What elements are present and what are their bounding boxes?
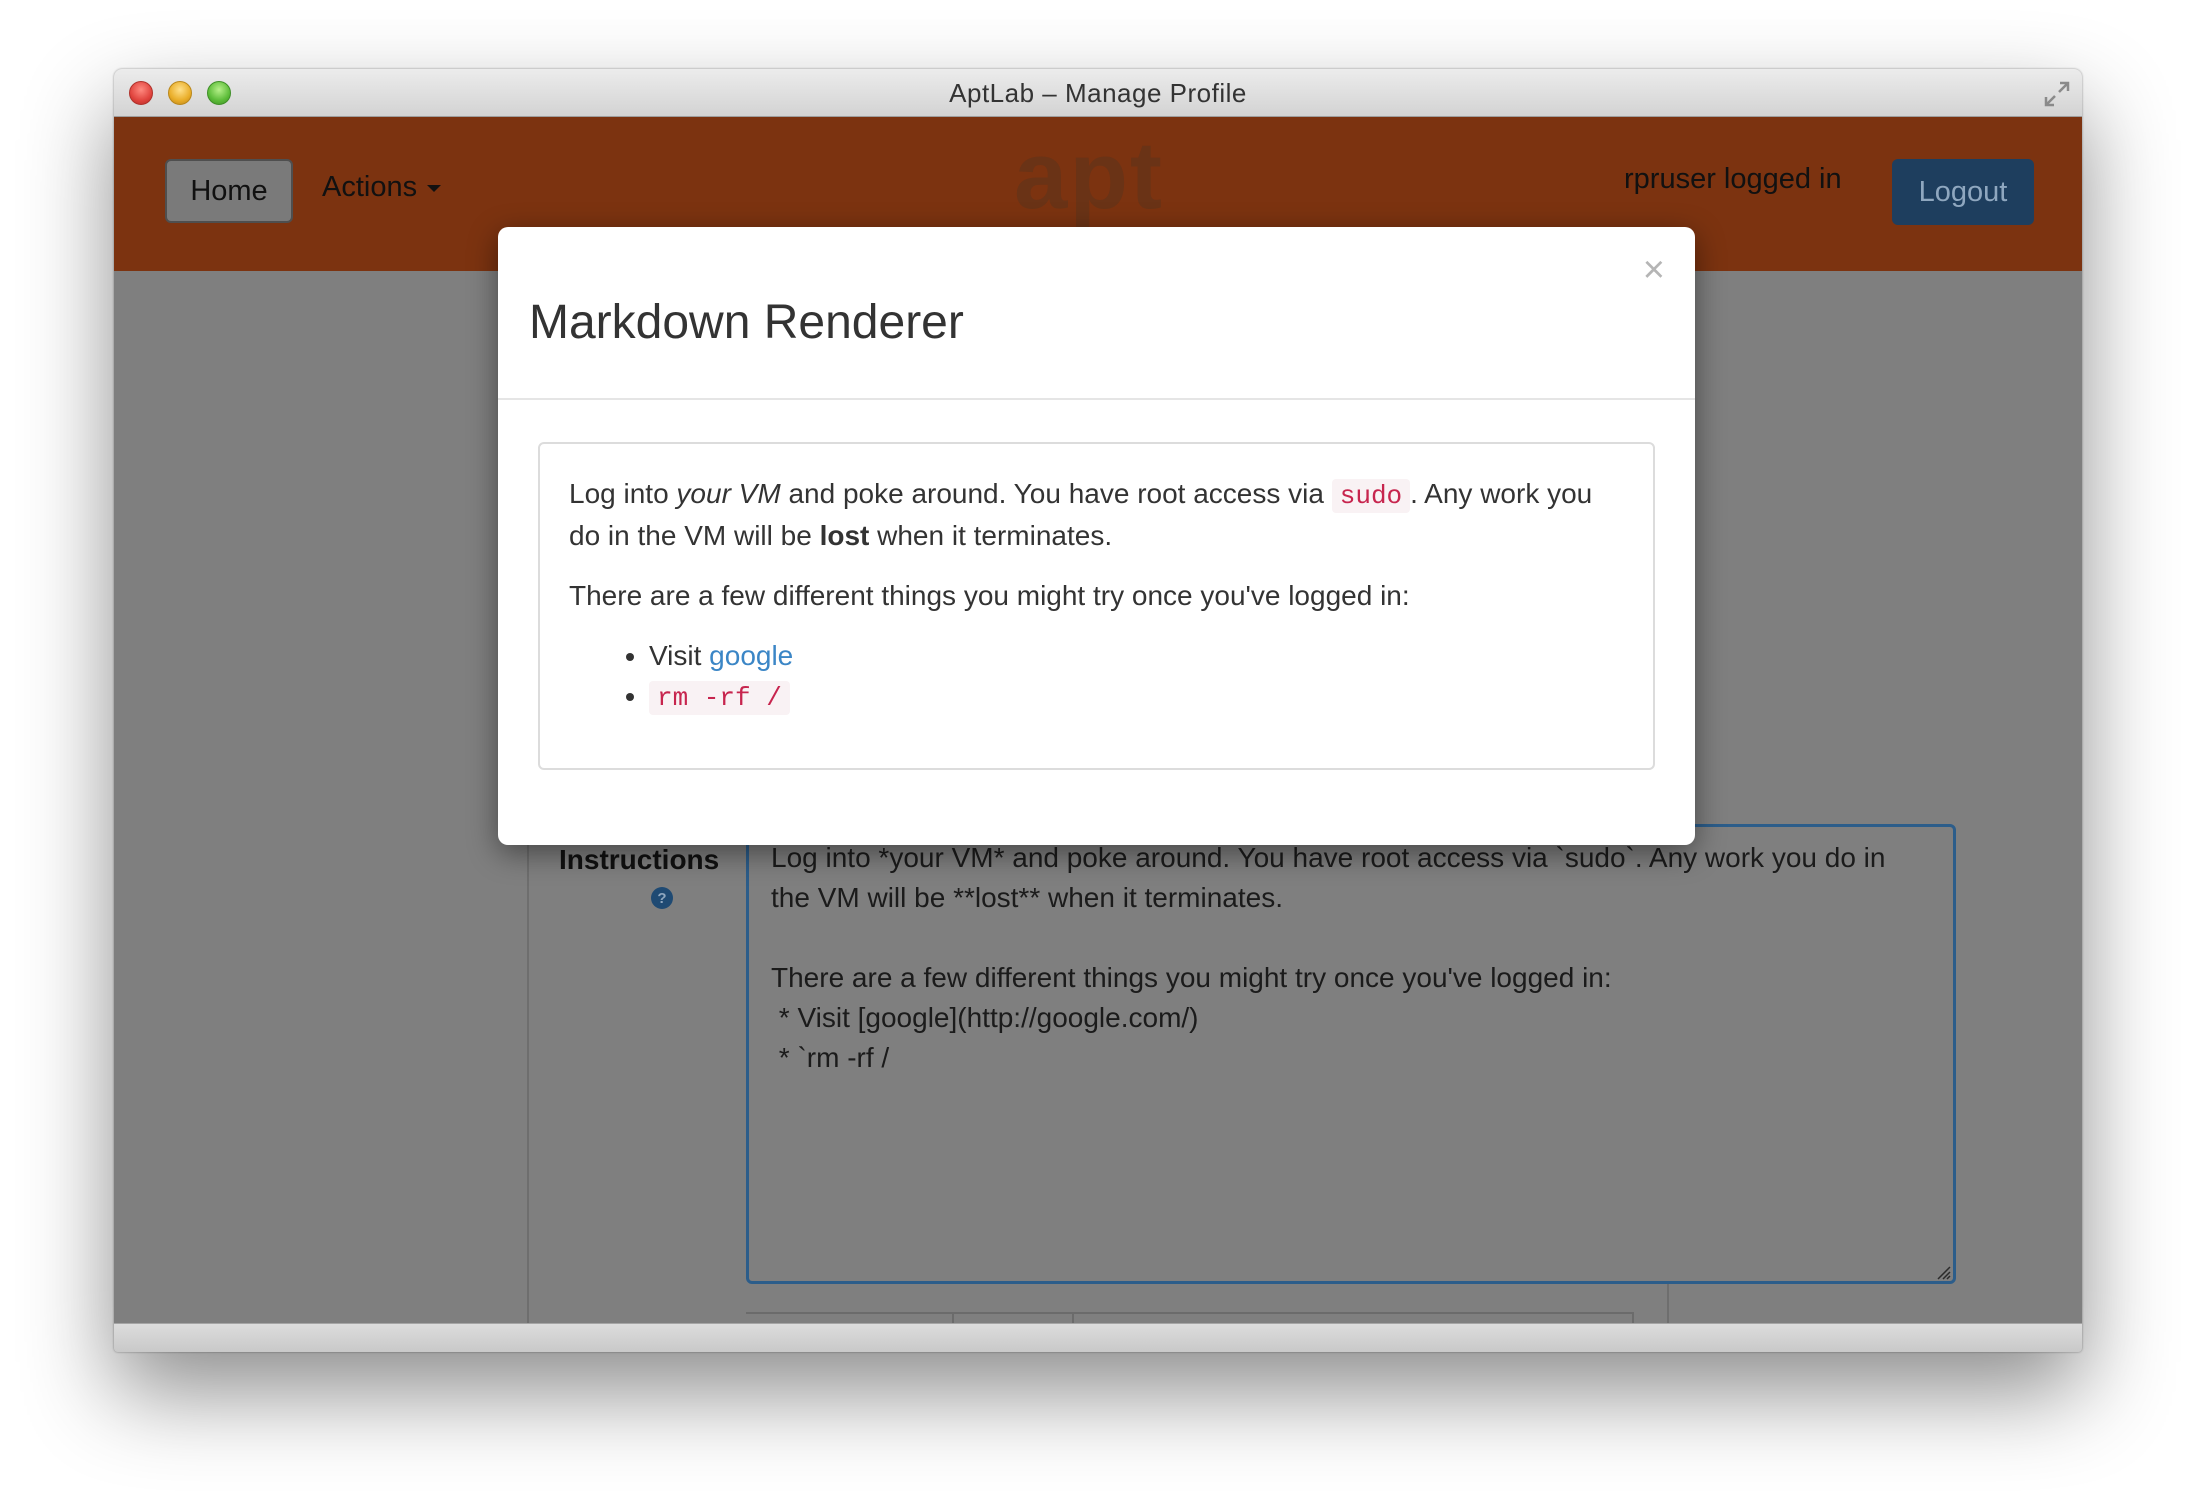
caret-down-icon — [427, 184, 442, 192]
list-item-text: Visit — [649, 640, 710, 671]
preview-paragraph-1: Log into your VM and poke around. You ha… — [569, 474, 1624, 556]
logo: apt — [1014, 122, 1164, 229]
logged-in-status: rpruser logged in — [1624, 163, 1842, 195]
logout-button[interactable]: Logout — [1892, 159, 2034, 225]
preview-inline-code: rm -rf / — [649, 681, 790, 715]
resize-grip-icon[interactable] — [1934, 1263, 1952, 1281]
instructions-label: Instructions — [559, 844, 720, 875]
markdown-renderer-modal: × Markdown Renderer Log into your VM and… — [498, 227, 1695, 845]
google-link[interactable]: google — [709, 640, 793, 671]
preview-strong: lost — [819, 520, 870, 551]
list-item: rm -rf / — [649, 676, 1624, 718]
actions-dropdown[interactable]: Actions — [322, 171, 442, 204]
preview-list: Visit google rm -rf / — [569, 636, 1624, 718]
title-bar: AptLab – Manage Profile — [114, 69, 2082, 117]
page-content: Home Actions apt rpruser logged in Logou… — [114, 117, 2082, 1324]
preview-text: and poke around. You have root access vi… — [780, 478, 1332, 509]
preview-emphasis: your VM — [676, 478, 781, 509]
preview-text: when it terminates. — [869, 520, 1113, 551]
status-bar — [114, 1323, 2082, 1352]
fullscreen-icon[interactable] — [2042, 79, 2072, 109]
instructions-textarea[interactable]: Log into *your VM* and poke around. You … — [746, 824, 1956, 1284]
modal-title: Markdown Renderer — [529, 296, 964, 349]
preview-inline-code: sudo — [1331, 479, 1411, 513]
modal-close-button[interactable]: × — [1643, 251, 1665, 289]
modal-divider — [498, 398, 1695, 400]
window-title: AptLab – Manage Profile — [949, 78, 1247, 108]
actions-label: Actions — [322, 171, 418, 203]
list-item: Visit google — [649, 636, 1624, 676]
markdown-preview: Log into your VM and poke around. You ha… — [538, 442, 1655, 770]
app-window: AptLab – Manage Profile Home Actions apt… — [114, 69, 2082, 1352]
help-icon[interactable]: ? — [650, 886, 674, 910]
preview-text: Log into — [569, 478, 677, 509]
preview-paragraph-2: There are a few different things you mig… — [569, 580, 1410, 611]
svg-text:?: ? — [657, 890, 666, 907]
home-button[interactable]: Home — [165, 159, 293, 223]
